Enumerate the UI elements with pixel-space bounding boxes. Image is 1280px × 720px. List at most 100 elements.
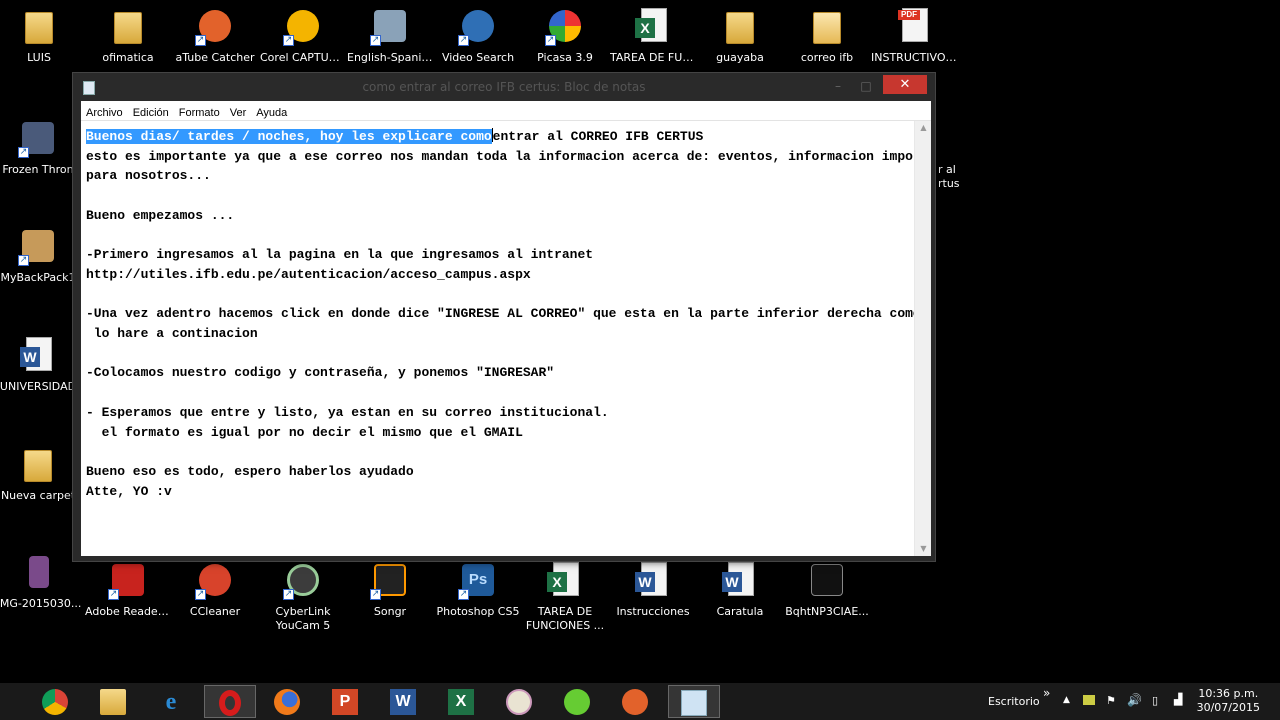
text-editor[interactable]: Buenos dias/ tardes / noches, hoy les ex…	[81, 121, 931, 556]
partial-label: rtus	[938, 177, 960, 190]
editor-line: ​	[86, 344, 911, 364]
atube-catcher-icon	[622, 689, 648, 715]
folder-icon	[19, 6, 59, 46]
desktop-icon-tarea-funciones[interactable]: X TAREA DE FUNCIONES 5	[610, 6, 696, 65]
desktop-icon-bqht[interactable]: BqhtNP3CIAE...	[784, 560, 870, 619]
desktop-icon-video-search[interactable]: ↗ Video Search	[435, 6, 521, 65]
menu-archivo[interactable]: Archivo	[81, 104, 128, 119]
desktop-icon-label: aTube Catcher	[175, 51, 255, 64]
network-icon[interactable]: ▟	[1174, 693, 1182, 720]
desktop-icon-label: guayaba	[716, 51, 764, 64]
word-file-icon: W	[633, 560, 673, 600]
menu-edicion[interactable]: Edición	[128, 104, 174, 119]
editor-line: http://utiles.ifb.edu.pe/autenticacion/a…	[86, 266, 531, 282]
notepad-window: como entrar al correo IFB certus: Bloc d…	[72, 72, 936, 562]
image-file-icon	[19, 552, 59, 592]
desktop-icon-frozen-throne[interactable]: ↗ Frozen Thron	[0, 118, 81, 177]
folder-icon	[807, 6, 847, 46]
taskbar-atube[interactable]	[610, 685, 662, 718]
taskbar-powerpoint[interactable]: P	[320, 685, 372, 718]
picasa-icon: ↗	[545, 6, 585, 46]
action-center-flag-icon[interactable]: ⚑	[1106, 694, 1116, 720]
desktop-icon-instrucciones[interactable]: W Instrucciones	[610, 560, 696, 619]
desktop-icon-label: CyberLink YouCam 5	[275, 605, 331, 632]
desktop-icon-english-spanish[interactable]: ↗ English-Spanish Interpreter Pro	[347, 6, 433, 65]
excel-icon: X	[448, 689, 474, 715]
desktop-toolbar[interactable]: Escritorio	[988, 695, 1040, 720]
menu-ayuda[interactable]: Ayuda	[251, 104, 292, 119]
volume-icon[interactable]: 🔊	[1127, 693, 1142, 720]
taskbar-file-explorer[interactable]	[88, 685, 140, 718]
desktop-icon-label: Nueva carpet	[0, 489, 76, 502]
paint-icon	[506, 689, 532, 715]
desktop-icon-universidad[interactable]: W UNIVERSIDAD	[0, 335, 81, 394]
desktop-icon-label: Video Search	[441, 51, 515, 64]
desktop-icon-luis[interactable]: LUIS	[0, 6, 82, 65]
taskbar-excel[interactable]: X	[436, 685, 488, 718]
desktop-icon-label: LUIS	[27, 51, 51, 64]
taskbar-opera[interactable]	[204, 685, 256, 718]
desktop-icon-correo-ifb[interactable]: correo ifb	[784, 6, 870, 65]
desktop-icon-label: INSTRUCTIVO PROCESO D...	[871, 51, 957, 64]
excel-file-icon: X	[633, 6, 673, 46]
tray-desktop-label: Escritorio	[988, 695, 1040, 708]
desktop-icon-picasa[interactable]: ↗ Picasa 3.9	[522, 6, 608, 65]
desktop-icon-label: TAREA DE FUNCIONES ...	[525, 605, 605, 632]
desktop-icon-label: Photoshop CS5	[436, 605, 520, 618]
editor-line: Bueno eso es todo, espero haberlos ayuda…	[86, 463, 414, 479]
taskbar-word[interactable]: W	[378, 685, 430, 718]
menu-formato[interactable]: Formato	[174, 104, 225, 119]
system-clock[interactable]: 10:36 p.m. 30/07/2015	[1197, 687, 1260, 715]
taskbar-green-app[interactable]	[552, 685, 604, 718]
maximize-button[interactable]: □	[853, 77, 879, 95]
file-explorer-icon	[100, 689, 126, 715]
desktop-icon-tarea-funciones-2[interactable]: X TAREA DE FUNCIONES ...	[522, 560, 608, 633]
power-icon[interactable]: ▯	[1152, 694, 1158, 720]
powerpoint-icon: P	[332, 689, 358, 715]
mybackpack-icon: ↗	[18, 226, 58, 266]
clock-date: 30/07/2015	[1196, 701, 1260, 714]
desktop-icon-caratula[interactable]: W Caratula	[697, 560, 783, 619]
editor-line: ​	[86, 285, 911, 305]
taskbar-chrome[interactable]	[30, 685, 82, 718]
songr-icon: ↗	[370, 560, 410, 600]
image-file-icon	[807, 560, 847, 600]
desktop-icon-songr[interactable]: ↗ Songr	[347, 560, 433, 619]
title-bar[interactable]: como entrar al correo IFB certus: Bloc d…	[73, 73, 935, 101]
taskbar-paint[interactable]	[494, 685, 546, 718]
desktop-icon-label: Caratula	[716, 605, 764, 618]
desktop-icon-guayaba[interactable]: guayaba	[697, 6, 783, 65]
close-button[interactable]: ✕	[883, 75, 927, 94]
desktop-icon-adobe-reader[interactable]: ↗ Adobe Reader XI	[85, 560, 171, 619]
editor-line: Bueno empezamos ...	[86, 207, 235, 223]
chrome-icon	[42, 689, 68, 715]
ccleaner-icon: ↗	[195, 560, 235, 600]
desktop-icon-ofimatica[interactable]: ofimatica	[85, 6, 171, 65]
desktop-icon-label: TAREA DE FUNCIONES 5	[610, 51, 696, 64]
scroll-up-icon[interactable]: ▲	[915, 121, 931, 135]
taskbar-firefox[interactable]	[262, 685, 314, 718]
desktop-icon-mybackpack[interactable]: ↗ MyBackPack1	[0, 226, 81, 285]
editor-line: -Colocamos nuestro codigo y contraseña, …	[86, 365, 555, 381]
desktop-icon-img[interactable]: IMG-2015030...	[0, 552, 82, 611]
partial-label: r al	[938, 163, 956, 176]
toolbar-chevron[interactable]: »	[1043, 686, 1050, 720]
desktop-icon-atube-catcher[interactable]: ↗ aTube Catcher	[172, 6, 258, 65]
minimize-button[interactable]: –	[825, 77, 851, 95]
tray-app-icon[interactable]	[1083, 695, 1095, 720]
taskbar-notepad[interactable]	[668, 685, 720, 718]
taskbar-internet-explorer[interactable]: e	[146, 685, 198, 718]
desktop-icon-nueva-carpeta[interactable]: Nueva carpet	[0, 444, 81, 503]
editor-text[interactable]: Buenos dias/ tardes / noches, hoy les ex…	[86, 127, 931, 501]
desktop-icon-label: Instrucciones	[616, 605, 690, 618]
desktop-icon-corel-capture[interactable]: ↗ Corel CAPTURE X6 (64-Bit)	[260, 6, 346, 65]
scroll-down-icon[interactable]: ▼	[915, 542, 931, 556]
desktop-icon-youcam[interactable]: ↗ CyberLink YouCam 5	[260, 560, 346, 633]
vertical-scrollbar[interactable]: ▲ ▼	[914, 121, 931, 556]
menu-ver[interactable]: Ver	[225, 104, 252, 119]
desktop-icon-ccleaner[interactable]: ↗ CCleaner	[172, 560, 258, 619]
show-hidden-icons[interactable]: ▲	[1063, 695, 1070, 720]
desktop-icon-instructivo[interactable]: PDF INSTRUCTIVO PROCESO D...	[871, 6, 957, 65]
desktop-icon-partial-right[interactable]: r al rtus	[938, 163, 960, 191]
desktop-icon-photoshop[interactable]: Ps ↗ Photoshop CS5	[435, 560, 521, 619]
